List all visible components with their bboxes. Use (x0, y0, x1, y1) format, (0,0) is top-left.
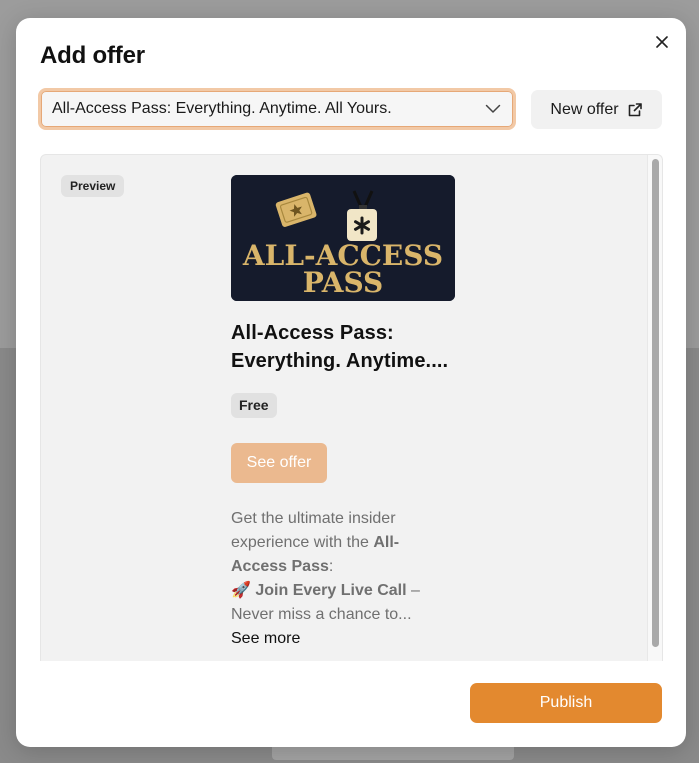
offer-image: ALL-ACCESS PASS (231, 175, 455, 301)
preview-scrollbar[interactable] (647, 155, 662, 661)
description-bold: All- (373, 534, 400, 551)
scrollbar-thumb[interactable] (652, 159, 659, 647)
offer-description: Get the ultimate insider experience with… (231, 507, 451, 651)
offer-preview-panel: Preview ALL-ACCESS PASS All-Access Pass:… (40, 154, 663, 661)
chevron-down-icon (485, 104, 501, 113)
offer-title-line1: All-Access Pass: (231, 322, 394, 344)
description-text: – (406, 582, 420, 599)
external-link-icon (628, 102, 642, 116)
add-offer-modal: Add offer All-Access Pass: Everything. A… (16, 18, 686, 747)
image-text-line2: PASS (303, 266, 384, 299)
price-badge: Free (231, 393, 277, 418)
modal-title: Add offer (40, 42, 145, 69)
offer-title-line2: Everything. Anytime.... (231, 350, 449, 372)
description-bold: Access Pass (231, 558, 329, 575)
offer-card: ALL-ACCESS PASS All-Access Pass: Everyth… (231, 175, 457, 651)
close-icon (656, 36, 668, 48)
rocket-icon: 🚀 (231, 582, 251, 599)
offer-select-value: All-Access Pass: Everything. Anytime. Al… (52, 100, 392, 117)
publish-button[interactable]: Publish (470, 683, 662, 723)
description-text: experience with the (231, 534, 374, 551)
preview-badge: Preview (61, 175, 125, 197)
see-offer-button[interactable]: See offer (231, 443, 327, 483)
offer-title: All-Access Pass: Everything. Anytime.... (231, 319, 457, 375)
offer-select-dropdown[interactable]: All-Access Pass: Everything. Anytime. Al… (38, 88, 516, 130)
description-text: : (328, 558, 334, 575)
close-button[interactable] (652, 32, 672, 52)
description-text: Never miss a chance to... (231, 606, 412, 623)
see-more-link[interactable]: See more (231, 627, 451, 651)
description-text: Get the ultimate insider (231, 510, 396, 527)
description-bold: Join Every Live Call (250, 582, 407, 599)
new-offer-button[interactable]: New offer (531, 90, 662, 129)
new-offer-label: New offer (550, 100, 619, 118)
